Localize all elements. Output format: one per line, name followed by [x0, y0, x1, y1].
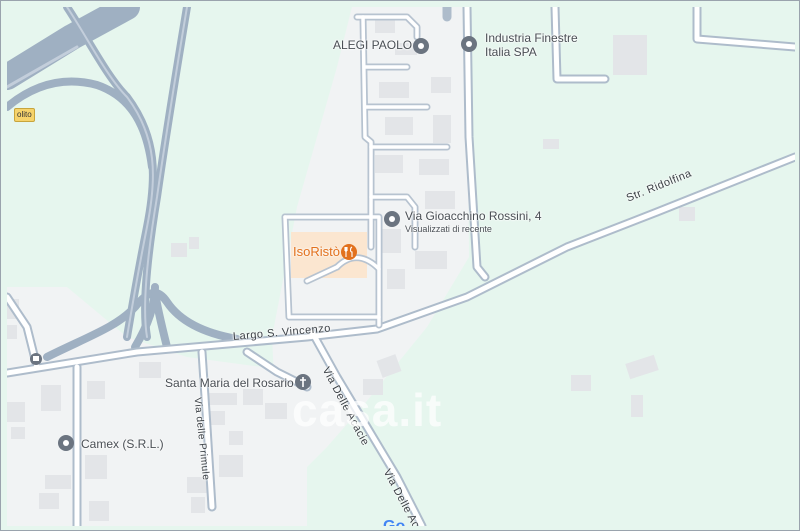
map-pin-icon[interactable] [383, 210, 401, 228]
map-frame: olito IsoRistò ALEGI PAOLO Industria Fin… [0, 0, 800, 531]
restaurant-label[interactable]: IsoRistò [293, 244, 340, 259]
place-subtitle-rossini: Visualizzati di recente [405, 224, 492, 234]
map-pin-icon[interactable] [460, 35, 478, 53]
map-pin-icon[interactable] [412, 37, 430, 55]
map-pin-icon[interactable] [57, 434, 75, 452]
restaurant-icon[interactable] [341, 244, 357, 260]
map-view[interactable]: olito IsoRistò ALEGI PAOLO Industria Fin… [7, 7, 795, 526]
restaurant-name: IsoRistò [293, 244, 340, 259]
place-label-rossini[interactable]: Via Gioacchino Rossini, 4 [405, 210, 542, 223]
place-label-alegi[interactable]: ALEGI PAOLO [333, 39, 412, 52]
google-logo-text: Go [383, 518, 405, 526]
google-logo: Go [383, 518, 405, 526]
road-shield: olito [14, 108, 35, 122]
place-label-santa-maria[interactable]: Santa Maria del Rosario [165, 377, 294, 390]
place-label-industria-line2[interactable]: Italia SPA [485, 46, 537, 59]
bus-stop-icon[interactable] [30, 353, 42, 365]
watermark-logo: casa.it [292, 383, 442, 437]
place-label-camex[interactable]: Camex (S.R.L.) [81, 438, 164, 451]
place-label-industria[interactable]: Industria Finestre [485, 32, 578, 45]
watermark-text: casa.it [292, 384, 443, 436]
